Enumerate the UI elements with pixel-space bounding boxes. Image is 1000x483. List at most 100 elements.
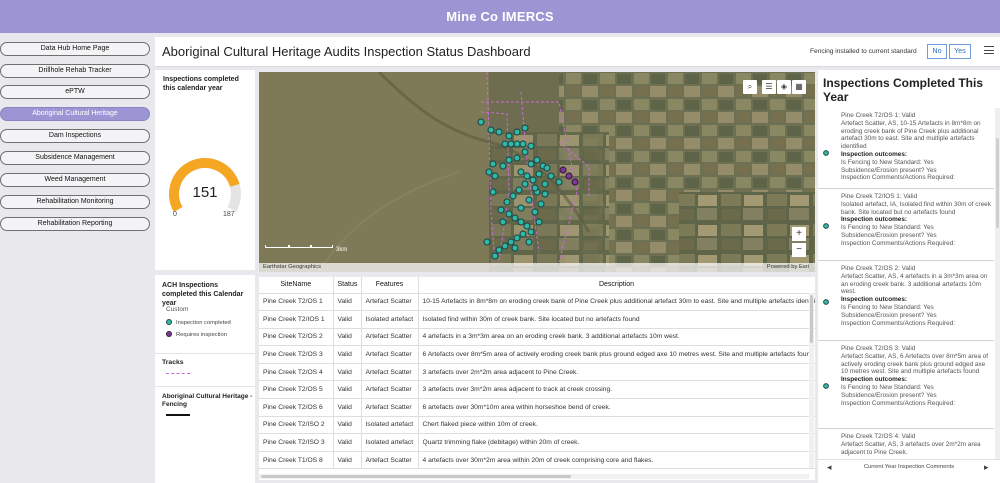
site-map[interactable]: ⌕ ☰ ◈ ▦ + − 3km Earthstar Geographics Po… bbox=[259, 72, 815, 272]
inspection-card[interactable]: Pine Creek T2/OS 2: Valid Artefact Scatt… bbox=[818, 261, 994, 341]
table-vertical-scrollbar[interactable] bbox=[809, 293, 814, 468]
table-row[interactable]: Pine Creek T2/OS 5 Valid Artefact Scatter 3… bbox=[259, 380, 815, 400]
completed-site-marker[interactable] bbox=[517, 168, 525, 176]
completed-site-marker[interactable] bbox=[527, 228, 535, 236]
zoom-out-button[interactable]: − bbox=[792, 243, 806, 257]
completed-site-marker[interactable] bbox=[527, 160, 535, 168]
sidebar-item-rehabilitation-monitoring[interactable]: Rehabilitation Monitoring bbox=[0, 195, 150, 209]
completed-site-marker[interactable] bbox=[499, 218, 507, 226]
completed-site-marker[interactable] bbox=[525, 238, 533, 246]
completed-site-marker[interactable] bbox=[489, 160, 497, 168]
completed-site-marker[interactable] bbox=[515, 186, 523, 194]
table-row[interactable]: Pine Creek T2/ISO 2 Valid Isolated artefac… bbox=[259, 416, 815, 435]
table-row[interactable]: Pine Creek T2/OS 2 Valid Artefact Scatter 4… bbox=[259, 328, 815, 347]
completed-site-marker[interactable] bbox=[533, 156, 541, 164]
column-header-description[interactable]: Description bbox=[418, 277, 815, 294]
completed-site-marker[interactable] bbox=[497, 206, 505, 214]
column-header-status[interactable]: Status bbox=[333, 277, 362, 294]
table-row[interactable]: Pine Creek T2/OS 1 Valid Artefact Scatter 1… bbox=[259, 293, 815, 312]
completed-site-marker[interactable] bbox=[525, 196, 533, 204]
completed-site-marker[interactable] bbox=[511, 244, 519, 252]
sidebar-item-data-hub-home[interactable]: Data Hub Home Page bbox=[0, 42, 150, 56]
search-icon[interactable]: ⌕ bbox=[743, 80, 757, 94]
completed-site-marker[interactable] bbox=[505, 156, 513, 164]
completed-site-marker[interactable] bbox=[531, 184, 539, 192]
completed-site-marker[interactable] bbox=[491, 172, 499, 180]
completed-site-marker[interactable] bbox=[541, 180, 549, 188]
hamburger-menu-icon[interactable] bbox=[984, 46, 994, 56]
fencing-yes-button[interactable]: Yes bbox=[949, 44, 971, 59]
completed-site-marker[interactable] bbox=[495, 246, 503, 254]
requires-inspection-marker[interactable] bbox=[571, 178, 579, 186]
list-icon[interactable]: ☰ bbox=[762, 80, 776, 94]
table-horizontal-scrollbar[interactable] bbox=[259, 474, 809, 479]
inspections-list-scrollbar[interactable] bbox=[995, 108, 1000, 460]
completed-site-marker[interactable] bbox=[485, 168, 493, 176]
completed-site-marker[interactable] bbox=[501, 242, 509, 250]
completed-site-marker[interactable] bbox=[505, 132, 513, 140]
completed-site-marker[interactable] bbox=[501, 140, 509, 148]
completed-site-marker[interactable] bbox=[513, 154, 521, 162]
column-header-sitename[interactable]: SiteName bbox=[259, 277, 334, 294]
completed-site-marker[interactable] bbox=[523, 172, 531, 180]
completed-site-marker[interactable] bbox=[521, 180, 529, 188]
completed-site-marker[interactable] bbox=[521, 124, 529, 132]
completed-site-marker[interactable] bbox=[519, 230, 527, 238]
sidebar-item-rehabilitation-reporting[interactable]: Rehabilitation Reporting bbox=[0, 217, 150, 231]
table-row[interactable]: Pine Creek T1/OS 8 Valid Artefact Scatter 4… bbox=[259, 451, 815, 470]
table-row[interactable]: Pine Creek T2/IOS 1 Valid Isolated artefac… bbox=[259, 310, 815, 329]
basemap-gallery-icon[interactable]: ▦ bbox=[792, 80, 806, 94]
table-row[interactable]: Pine Creek T2/ISO 3 Valid Isolated artefac… bbox=[259, 433, 815, 452]
completed-site-marker[interactable] bbox=[491, 252, 499, 260]
sidebar-item-aboriginal-cultural-heritage[interactable]: Aboriginal Cultural Heritage bbox=[0, 107, 150, 121]
completed-site-marker[interactable] bbox=[511, 214, 519, 222]
table-row[interactable]: Pine Creek T2/OS 3 Valid Artefact Scatter 6… bbox=[259, 345, 815, 364]
sidebar-item-dam-inspections[interactable]: Dam Inspections bbox=[0, 129, 150, 143]
completed-site-marker[interactable] bbox=[489, 188, 497, 196]
completed-site-marker[interactable] bbox=[487, 126, 495, 134]
inspection-card[interactable]: Pine Creek T2/OS 1: Valid Artefact Scatt… bbox=[818, 108, 994, 189]
table-row[interactable]: Pine Creek T2/OS 6 Valid Artefact Scatter 6… bbox=[259, 398, 815, 417]
fencing-no-button[interactable]: No bbox=[927, 44, 947, 59]
next-arrow-icon[interactable]: ▸ bbox=[984, 462, 989, 473]
requires-inspection-marker[interactable] bbox=[565, 172, 573, 180]
completed-site-marker[interactable] bbox=[477, 118, 485, 126]
completed-site-marker[interactable] bbox=[537, 200, 545, 208]
completed-site-marker[interactable] bbox=[547, 172, 555, 180]
completed-site-marker[interactable] bbox=[507, 238, 515, 246]
completed-site-marker[interactable] bbox=[527, 142, 535, 150]
completed-site-marker[interactable] bbox=[517, 218, 525, 226]
sidebar-item-eptw[interactable]: ePTW bbox=[0, 85, 150, 99]
table-row[interactable]: Pine Creek T2/OS 4 Valid Artefact Scatter 3… bbox=[259, 363, 815, 382]
completed-site-marker[interactable] bbox=[509, 192, 517, 200]
completed-site-marker[interactable] bbox=[505, 210, 513, 218]
sidebar-item-subsidence-management[interactable]: Subsidence Management bbox=[0, 151, 150, 165]
completed-site-marker[interactable] bbox=[535, 218, 543, 226]
completed-site-marker[interactable] bbox=[519, 140, 527, 148]
completed-site-marker[interactable] bbox=[535, 170, 543, 178]
sidebar-item-drillhole-rehab-tracker[interactable]: Drillhole Rehab Tracker bbox=[0, 64, 150, 78]
completed-site-marker[interactable] bbox=[517, 204, 525, 212]
completed-site-marker[interactable] bbox=[513, 128, 521, 136]
layers-icon[interactable]: ◈ bbox=[777, 80, 791, 94]
completed-site-marker[interactable] bbox=[531, 208, 539, 216]
completed-site-marker[interactable] bbox=[507, 140, 515, 148]
completed-site-marker[interactable] bbox=[523, 222, 531, 230]
completed-site-marker[interactable] bbox=[541, 190, 549, 198]
completed-site-marker[interactable] bbox=[503, 198, 511, 206]
completed-site-marker[interactable] bbox=[499, 162, 507, 170]
completed-site-marker[interactable] bbox=[521, 148, 529, 156]
completed-site-marker[interactable] bbox=[555, 178, 563, 186]
completed-site-marker[interactable] bbox=[529, 176, 537, 184]
inspection-card[interactable]: Pine Creek T2/IOS 1: Valid Isolated arte… bbox=[818, 189, 994, 261]
completed-site-marker[interactable] bbox=[495, 128, 503, 136]
sidebar-item-weed-management[interactable]: Weed Management bbox=[0, 173, 150, 187]
completed-site-marker[interactable] bbox=[543, 164, 551, 172]
inspection-card[interactable]: Pine Creek T2/OS 3: Valid Artefact Scatt… bbox=[818, 341, 994, 429]
zoom-in-button[interactable]: + bbox=[792, 227, 806, 241]
completed-site-marker[interactable] bbox=[513, 234, 521, 242]
completed-site-marker[interactable] bbox=[513, 140, 521, 148]
requires-inspection-marker[interactable] bbox=[559, 166, 567, 174]
column-header-features[interactable]: Features bbox=[361, 277, 419, 294]
completed-site-marker[interactable] bbox=[483, 238, 491, 246]
